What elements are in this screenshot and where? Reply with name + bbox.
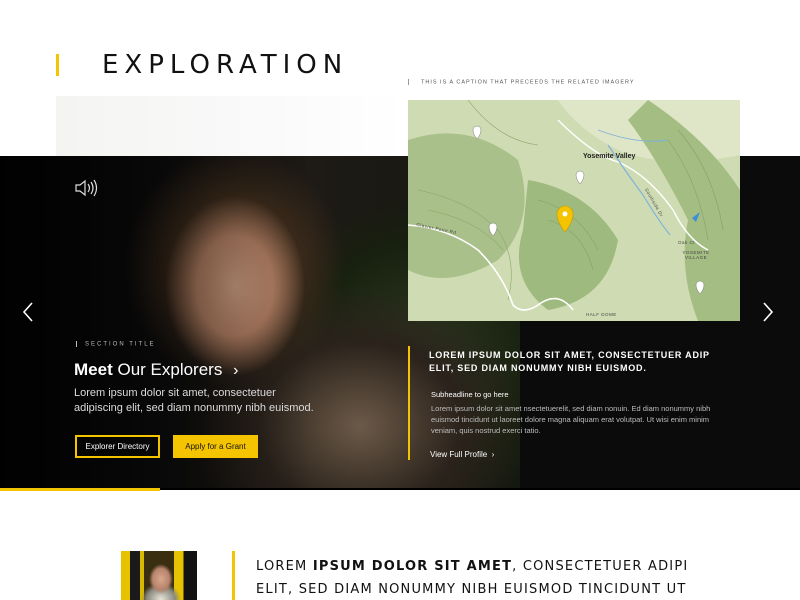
teaser-text-bold: IPSUM DOLOR SIT AMET [312, 559, 513, 574]
section-label: SECTION TITLE [76, 341, 156, 348]
carousel-progress-fill [0, 488, 160, 491]
panel-accent-bar [408, 346, 410, 460]
chevron-right-icon: › [233, 362, 239, 379]
map-caption: THIS IS A CAPTION THAT PRECEEDS THE RELA… [408, 79, 635, 85]
explorer-directory-button[interactable]: Explorer Directory [75, 435, 160, 458]
page-title: EXPLORATION [102, 50, 349, 80]
view-full-profile-label: View Full Profile [430, 450, 488, 459]
map-label-yosemite-valley: Yosemite Valley [583, 153, 636, 160]
prev-arrow-icon[interactable] [18, 300, 38, 324]
apply-grant-button[interactable]: Apply for a Grant [173, 435, 258, 458]
view-full-profile-link[interactable]: View Full Profile › [430, 450, 494, 459]
teaser-text: LOREM IPSUM DOLOR SIT AMET, CONSECTETUER… [256, 555, 726, 600]
hero-body-text: Lorem ipsum dolor sit amet, consectetuer… [74, 387, 314, 414]
map-label-half-dome: HALF DOME [586, 312, 617, 317]
header-backdrop [56, 96, 408, 156]
panel-headline: LOREM IPSUM DOLOR SIT AMET, CONSECTETUER… [429, 350, 710, 373]
map-terrain [408, 100, 740, 321]
header-accent-bar [56, 54, 59, 76]
next-arrow-icon[interactable] [758, 300, 778, 324]
teaser-accent-bar [232, 551, 235, 600]
meet-title-rest: Our Explorers [117, 360, 223, 379]
explorer-avatar[interactable] [121, 551, 197, 600]
map-label-oak: Oak Ct [678, 240, 696, 245]
meet-title-bold: Meet [74, 360, 113, 379]
map-image[interactable]: Yosemite Valley Glacier Point Rd Southsi… [408, 100, 740, 321]
panel-subheadline: Subheadline to go here [431, 390, 509, 399]
teaser-text-a: LOREM [256, 559, 313, 574]
page: EXPLORATION SECTION TITLE Meet Our Explo… [0, 0, 800, 600]
meet-explorers-link[interactable]: Meet Our Explorers › [74, 360, 238, 380]
map-label-village: YOSEMITE VILLAGE [682, 250, 710, 260]
sound-icon[interactable] [74, 178, 100, 198]
panel-body-text: Lorem ipsum dolor sit amet nsectetuereli… [431, 404, 711, 435]
chevron-right-icon: › [489, 450, 495, 459]
